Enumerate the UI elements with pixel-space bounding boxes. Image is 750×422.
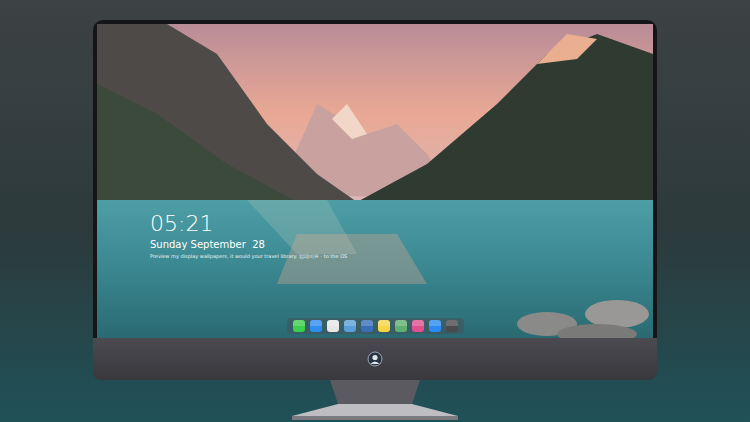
dock-app-icon[interactable]	[429, 320, 441, 332]
clock-date: Sunday September 28	[150, 238, 653, 251]
app-gloss	[310, 320, 322, 326]
monitor: 05:21 Sunday September 28 Preview my dis…	[93, 20, 657, 422]
dock-app-icon[interactable]	[446, 320, 458, 332]
dock-app-icon[interactable]	[361, 320, 373, 332]
dock-app-icon[interactable]	[310, 320, 322, 332]
app-gloss	[361, 320, 373, 326]
lock-clock: 05:21 Sunday September 28 Preview my dis…	[150, 212, 653, 260]
clock-message: Preview my display wallpapers, it would …	[150, 253, 653, 260]
wallpaper-photo	[97, 24, 653, 338]
dock-app-icon[interactable]	[378, 320, 390, 332]
app-gloss	[293, 320, 305, 326]
app-gloss	[446, 320, 458, 326]
dock-app-icon[interactable]	[412, 320, 424, 332]
dock-app-icon[interactable]	[344, 320, 356, 332]
monitor-bezel: 05:21 Sunday September 28 Preview my dis…	[93, 20, 657, 338]
dock	[287, 318, 464, 334]
app-gloss	[344, 320, 356, 326]
monitor-chin	[93, 338, 657, 380]
app-gloss	[429, 320, 441, 326]
page: 05:21 Sunday September 28 Preview my dis…	[0, 0, 750, 422]
app-gloss	[395, 320, 407, 326]
app-gloss	[378, 320, 390, 326]
monitor-stand	[290, 380, 460, 420]
app-gloss	[327, 320, 339, 326]
dock-app-icon[interactable]	[293, 320, 305, 332]
dock-app-icon[interactable]	[395, 320, 407, 332]
dock-app-icon[interactable]	[327, 320, 339, 332]
logo-icon	[367, 351, 383, 367]
clock-time: 05:21	[150, 212, 653, 236]
desktop: 05:21 Sunday September 28 Preview my dis…	[97, 24, 653, 338]
desktop-screen: 05:21 Sunday September 28 Preview my dis…	[97, 24, 653, 338]
app-gloss	[412, 320, 424, 326]
